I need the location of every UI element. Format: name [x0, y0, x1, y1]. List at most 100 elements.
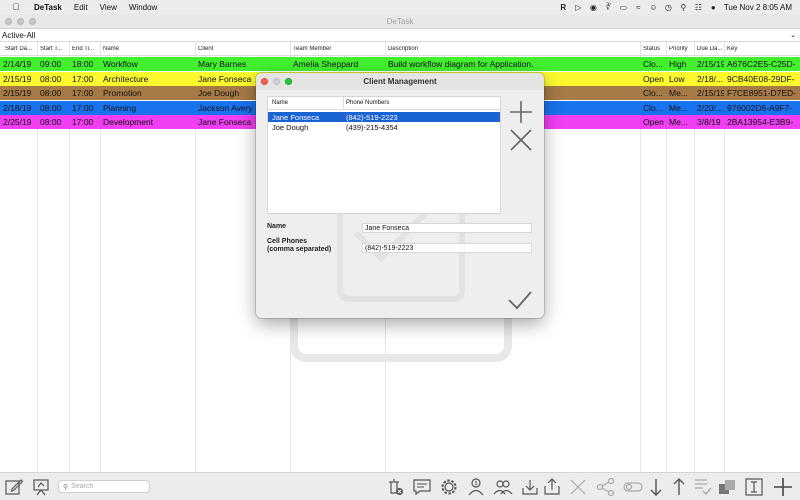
- col-key[interactable]: Key: [724, 46, 800, 52]
- duplicate-button[interactable]: [716, 476, 738, 498]
- cell-phones-label: Cell Phones: [267, 238, 308, 245]
- check-list-button[interactable]: [692, 476, 714, 498]
- table-row[interactable]: 2/14/19 09:00 18:00 Workflow Mary Barnes Amel…: [0, 57, 800, 71]
- bluetooth-icon[interactable]: ∛: [604, 3, 613, 12]
- col-status[interactable]: Status: [640, 46, 666, 52]
- group-icon: [493, 480, 513, 495]
- speech-bubble-icon: [413, 479, 431, 496]
- cell-start-time: 08:00: [40, 102, 62, 113]
- apple-icon[interactable]: : [8, 2, 24, 12]
- battery-icon[interactable]: ▭: [619, 3, 628, 12]
- client-name-field[interactable]: [362, 223, 532, 233]
- name-label: Name: [267, 223, 287, 230]
- delete-task-button[interactable]: [567, 476, 589, 498]
- menu-clock[interactable]: Tue Nov 2 8:05 AM: [724, 3, 792, 12]
- notes-button[interactable]: [411, 476, 433, 498]
- cell-start-time: 08:00: [40, 88, 62, 98]
- client-phone: (842)-519-2223: [346, 113, 398, 122]
- cell-end-time: 17:00: [72, 117, 94, 127]
- cell-status: Open: [643, 73, 664, 84]
- cell-name: Promotion: [103, 88, 142, 98]
- window-title: DeTask: [386, 17, 414, 26]
- insert-text-button[interactable]: [743, 476, 765, 498]
- menu-view[interactable]: View: [94, 3, 123, 12]
- col-description[interactable]: Description: [385, 46, 640, 52]
- add-client-button[interactable]: [508, 99, 534, 125]
- svg-text:$: $: [475, 481, 478, 487]
- cell-end-time: 17:00: [72, 88, 94, 98]
- col-phone-numbers[interactable]: Phone Numbers: [346, 100, 389, 106]
- client-list[interactable]: Name Phone Numbers Jane Fonseca (842)-519…: [267, 96, 501, 214]
- export-button[interactable]: [541, 476, 563, 498]
- stacked-squares-icon: [719, 480, 735, 494]
- resizer-icon[interactable]: R: [559, 3, 568, 12]
- client-list-item[interactable]: Joe Dough (439)-215-4354: [268, 122, 500, 132]
- col-end-time[interactable]: End Ti...: [69, 46, 100, 52]
- add-task-button[interactable]: [772, 476, 794, 498]
- cell-start-time: 08:00: [40, 117, 62, 127]
- cell-priority: Me...: [669, 102, 688, 113]
- settings-button[interactable]: [438, 476, 460, 498]
- move-down-button[interactable]: [645, 476, 667, 498]
- share-upload-icon: [544, 478, 560, 495]
- cell-name: Development: [103, 117, 154, 127]
- filter-select[interactable]: Active-All ⌄: [0, 29, 800, 42]
- cell-end-time: 17:00: [72, 102, 94, 113]
- client-name: Jane Fonseca: [272, 113, 320, 122]
- toggle-button[interactable]: [622, 476, 644, 498]
- siri-icon[interactable]: ●: [709, 3, 718, 12]
- person-dollar-icon: $: [468, 478, 484, 496]
- record-icon[interactable]: ◉: [589, 3, 598, 12]
- team-members-button[interactable]: [492, 476, 514, 498]
- menu-app-name[interactable]: DeTask: [24, 3, 68, 12]
- bottom-toolbar: ⚲ $: [0, 472, 800, 500]
- col-priority[interactable]: Priority: [666, 46, 694, 52]
- cell-start-date: 2/18/19: [3, 102, 32, 113]
- search-field[interactable]: ⚲: [58, 480, 150, 493]
- checkmark-confirm-button[interactable]: [506, 289, 534, 311]
- cell-description: Build workflow diagram for Application.: [388, 59, 534, 69]
- move-up-button[interactable]: [668, 476, 690, 498]
- client-list-item[interactable]: Jane Fonseca (842)-519-2223: [268, 112, 500, 122]
- text-cursor-box-icon: [745, 478, 763, 496]
- import-button[interactable]: [519, 476, 541, 498]
- tray-download-icon: [522, 480, 538, 495]
- search-input[interactable]: [71, 483, 148, 490]
- play-circle-icon[interactable]: ▷: [574, 3, 583, 12]
- cell-due-date: 2/15/19: [697, 59, 724, 69]
- filter-value: Active-All: [2, 30, 36, 40]
- window-titlebar: DeTask: [0, 14, 800, 29]
- client-billing-button[interactable]: $: [465, 476, 487, 498]
- col-client[interactable]: Client: [195, 46, 290, 52]
- presentation-button[interactable]: [30, 476, 52, 498]
- col-start-time[interactable]: Start T...: [37, 46, 69, 52]
- time-machine-icon[interactable]: ◷: [664, 3, 673, 12]
- cell-key: 9CB40E08-29DF-: [727, 73, 795, 84]
- dialog-titlebar: Client Management: [256, 73, 544, 90]
- search-icon[interactable]: ⚲: [679, 3, 688, 12]
- col-start-date[interactable]: Start Da...: [2, 46, 36, 52]
- col-name[interactable]: Name: [100, 46, 195, 52]
- pencil-square-icon: [5, 479, 24, 495]
- dialog-title: Client Management: [363, 77, 437, 86]
- x-mark-icon: [570, 479, 586, 495]
- control-center-icon[interactable]: ☷: [694, 3, 703, 12]
- trash-x-icon: [389, 479, 403, 495]
- client-phone: (439)-215-4354: [346, 123, 398, 132]
- remove-client-button[interactable]: [508, 127, 534, 153]
- col-client-name[interactable]: Name: [272, 100, 288, 106]
- user-circle-icon[interactable]: ☺: [649, 3, 658, 12]
- menu-window[interactable]: Window: [123, 3, 163, 12]
- share-button[interactable]: [595, 476, 617, 498]
- edit-task-button[interactable]: [3, 476, 25, 498]
- menu-edit[interactable]: Edit: [68, 3, 94, 12]
- arrow-up-icon: [673, 478, 685, 495]
- cell-phones-field[interactable]: [362, 243, 532, 253]
- client-name: Joe Dough: [272, 123, 309, 132]
- cell-status: Clo...: [643, 102, 663, 113]
- col-due-date[interactable]: Due Da...: [694, 46, 724, 52]
- delete-completed-button[interactable]: [384, 476, 406, 498]
- wifi-icon[interactable]: ≈: [634, 3, 643, 12]
- col-team-member[interactable]: Team Member: [290, 46, 385, 52]
- cell-name: Architecture: [103, 73, 149, 84]
